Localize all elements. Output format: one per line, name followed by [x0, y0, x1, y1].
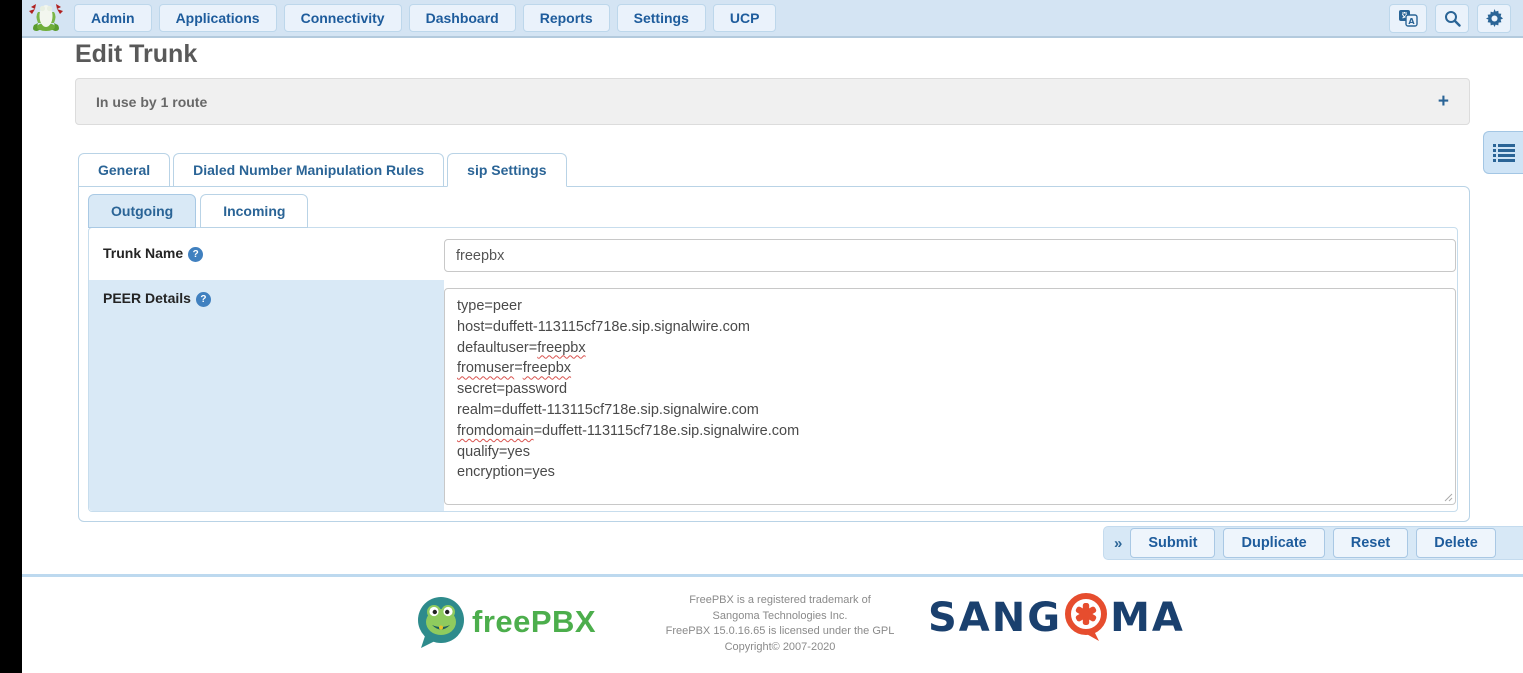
navbar-right-icons: A	[1389, 4, 1511, 33]
usage-panel[interactable]: In use by 1 route +	[75, 78, 1470, 125]
footer-trademark: FreePBX is a registered trademark ofSang…	[650, 593, 910, 655]
settings-button[interactable]	[1477, 4, 1511, 33]
language-button[interactable]: A	[1389, 4, 1427, 33]
freepbx-wordmark[interactable]: freePBX	[472, 604, 596, 640]
nav-item-applications[interactable]: Applications	[159, 4, 277, 32]
submit-button[interactable]: Submit	[1130, 528, 1215, 558]
delete-button[interactable]: Delete	[1416, 528, 1496, 558]
peer-details-textarea[interactable]: type=peer host=duffett-113115cf718e.sip.s…	[444, 288, 1456, 505]
question-circle-icon[interactable]: ?	[188, 247, 203, 262]
freepbx-frog-icon[interactable]	[28, 3, 64, 33]
footer-divider	[22, 574, 1523, 577]
action-buttons: Submit Duplicate ResetDelete	[1130, 528, 1495, 558]
duplicate-button[interactable]: Duplicate	[1223, 528, 1324, 558]
peer-text-segment: qualify=yes	[457, 444, 530, 460]
action-bar: » Submit Duplicate ResetDelete	[1103, 526, 1523, 560]
usage-text: In use by 1 route	[96, 94, 207, 110]
nav-item-ucp[interactable]: UCP	[713, 4, 777, 32]
peer-text-segment: secret=password	[457, 381, 567, 397]
question-circle-icon[interactable]: ?	[196, 292, 211, 307]
peer-details-line: fromuser=freepbx	[457, 358, 1443, 379]
search-icon	[1444, 10, 1461, 27]
list-icon	[1493, 144, 1515, 162]
svg-text:A: A	[1408, 17, 1415, 26]
screen: AdminApplicationsConnectivityDashboardRe…	[0, 0, 1523, 673]
subtab-incoming[interactable]: Incoming	[200, 194, 308, 228]
freepbx-logo-icon	[417, 596, 467, 650]
peer-details-line: encryption=yes	[457, 462, 1443, 483]
peer-details-label-text: PEER Details	[103, 290, 191, 306]
gear-icon	[1485, 9, 1504, 28]
nav-item-connectivity[interactable]: Connectivity	[284, 4, 402, 32]
peer-text-segment: host=duffett-113115cf718e.sip.signalwire…	[457, 319, 750, 335]
peer-text-segment: type=peer	[457, 298, 522, 314]
peer-text-segment: fromuser	[457, 360, 514, 376]
peer-text-segment: defaultuser=	[457, 340, 537, 356]
sub-tabs: OutgoingIncoming	[88, 194, 312, 228]
peer-text-segment: fromdomain	[457, 423, 534, 439]
language-icon: A	[1398, 9, 1418, 27]
reset-button[interactable]: Reset	[1333, 528, 1409, 558]
navbar-menu: AdminApplicationsConnectivityDashboardRe…	[74, 4, 776, 32]
footer-trademark-line: Copyright© 2007-2020	[650, 640, 910, 656]
nav-item-dashboard[interactable]: Dashboard	[409, 4, 516, 32]
footer-trademark-line: FreePBX 15.0.16.65 is licensed under the…	[650, 624, 910, 640]
page-title: Edit Trunk	[75, 40, 197, 69]
footer-trademark-line: Sangoma Technologies Inc.	[650, 609, 910, 625]
sangoma-text-right: MA	[1110, 595, 1185, 641]
search-button[interactable]	[1435, 4, 1469, 33]
peer-text-segment: encryption=yes	[457, 464, 555, 480]
tab-dialed-number-manipulation-rules[interactable]: Dialed Number Manipulation Rules	[173, 153, 444, 187]
trunk-name-input[interactable]	[444, 239, 1456, 272]
nav-item-settings[interactable]: Settings	[617, 4, 706, 32]
peer-details-line: secret=password	[457, 379, 1443, 400]
collapse-chevron-icon[interactable]: »	[1114, 535, 1122, 552]
peer-text-segment: =	[514, 360, 522, 376]
peer-text-segment: freepbx	[537, 340, 585, 356]
main-tabs: GeneralDialed Number Manipulation Ruless…	[78, 153, 570, 187]
peer-details-line: host=duffett-113115cf718e.sip.signalwire…	[457, 317, 1443, 338]
peer-details-line: fromdomain=duffett-113115cf718e.sip.sign…	[457, 421, 1443, 442]
footer-trademark-line: FreePBX is a registered trademark of	[650, 593, 910, 609]
peer-text-segment: freepbx	[523, 360, 571, 376]
resize-handle-icon[interactable]	[1443, 492, 1453, 502]
peer-details-box: type=peer host=duffett-113115cf718e.sip.s…	[457, 296, 1443, 483]
peer-details-label-cell	[89, 280, 444, 511]
freepbx-app-window: AdminApplicationsConnectivityDashboardRe…	[22, 0, 1523, 673]
sangoma-text-left: SANG	[928, 595, 1062, 641]
nav-item-reports[interactable]: Reports	[523, 4, 610, 32]
trunk-name-label: Trunk Name?	[103, 245, 203, 262]
tab-general[interactable]: General	[78, 153, 170, 187]
peer-text-segment: =duffett-113115cf718e.sip.signalwire.com	[534, 423, 800, 439]
plus-icon[interactable]: +	[1438, 92, 1449, 111]
tab-sip-settings[interactable]: sip Settings	[447, 153, 566, 187]
top-navbar: AdminApplicationsConnectivityDashboardRe…	[22, 0, 1523, 38]
outgoing-settings-form: Trunk Name? PEER Details? type=peer host=…	[88, 227, 1458, 512]
nav-item-admin[interactable]: Admin	[74, 4, 152, 32]
subtab-outgoing[interactable]: Outgoing	[88, 194, 196, 228]
peer-details-line: qualify=yes	[457, 442, 1443, 463]
peer-details-label: PEER Details?	[103, 290, 211, 307]
peer-details-line: defaultuser=freepbx	[457, 338, 1443, 359]
trunk-name-label-text: Trunk Name	[103, 245, 183, 261]
guide-panel-toggle-button[interactable]	[1483, 131, 1523, 174]
peer-details-line: realm=duffett-113115cf718e.sip.signalwir…	[457, 400, 1443, 421]
peer-details-line: type=peer	[457, 296, 1443, 317]
peer-text-segment: realm=duffett-113115cf718e.sip.signalwir…	[457, 402, 759, 418]
sangoma-logo[interactable]: SANG MA	[928, 593, 1185, 643]
sangoma-asterisk-bubble-icon	[1063, 593, 1109, 643]
